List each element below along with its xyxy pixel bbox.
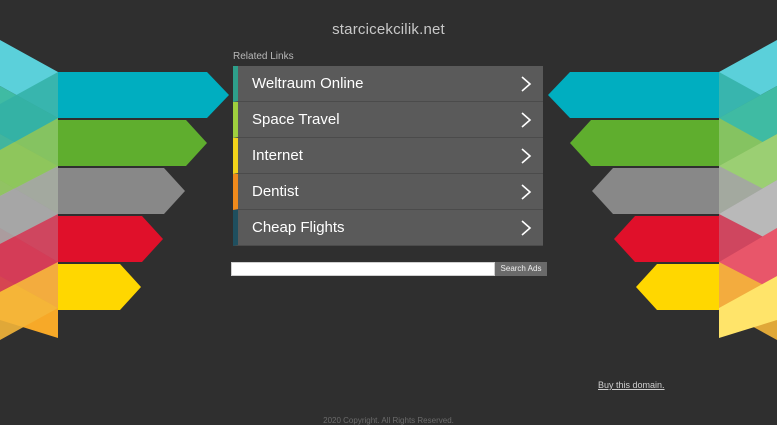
chevron-right-icon (521, 220, 532, 236)
related-links-heading: Related Links (233, 51, 294, 62)
buy-domain-link[interactable]: Buy this domain. (598, 380, 665, 390)
domain-title: starcicekcilik.net (332, 21, 445, 38)
link-label: Space Travel (252, 111, 340, 128)
chevron-right-icon (521, 148, 532, 164)
link-weltraum-online[interactable]: Weltraum Online (233, 66, 543, 102)
search-input[interactable] (231, 262, 495, 276)
search-ads-button[interactable]: Search Ads (495, 262, 547, 276)
chevron-right-icon (521, 184, 532, 200)
link-label: Dentist (252, 183, 299, 200)
link-dentist[interactable]: Dentist (233, 174, 543, 210)
right-arrows (548, 40, 777, 340)
link-label: Cheap Flights (252, 219, 345, 236)
copyright-text: 2020 Copyright. All Rights Reserved. (323, 416, 454, 425)
link-space-travel[interactable]: Space Travel (233, 102, 543, 138)
related-links-list: Weltraum Online Space Travel Internet De… (233, 66, 543, 246)
chevron-right-icon (521, 76, 532, 92)
chevron-right-icon (521, 112, 532, 128)
link-internet[interactable]: Internet (233, 138, 543, 174)
left-arrows (0, 40, 229, 340)
link-label: Internet (252, 147, 303, 164)
link-cheap-flights[interactable]: Cheap Flights (233, 210, 543, 246)
link-label: Weltraum Online (252, 75, 364, 92)
